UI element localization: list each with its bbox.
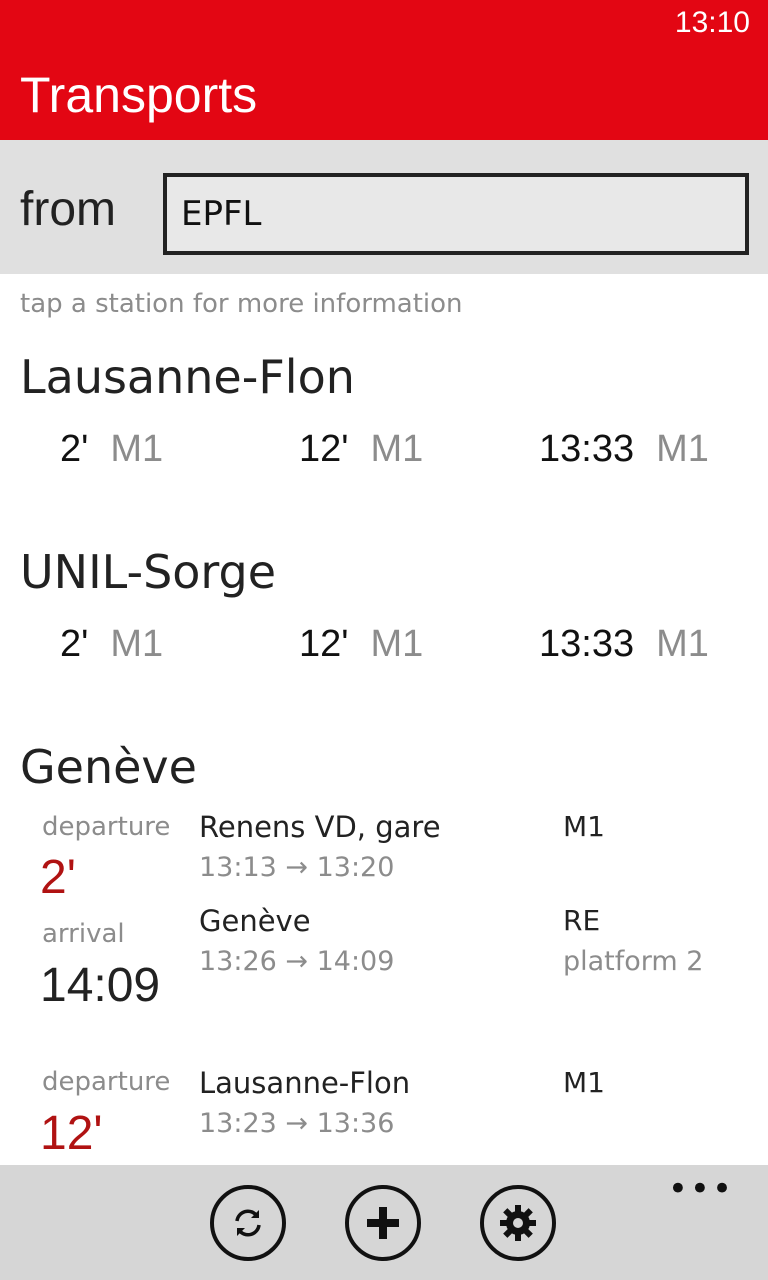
leg-station: Lausanne-Flon — [199, 1066, 411, 1100]
from-label: from — [20, 183, 116, 236]
station-name: Lausanne-Flon — [20, 350, 355, 404]
departure-time: 2' — [60, 623, 89, 665]
departure-time: 12' — [299, 623, 349, 665]
departure-time: 13:33 — [539, 428, 635, 470]
departure-item: 12' M1 — [299, 428, 423, 471]
status-bar: 13:10 — [0, 0, 768, 52]
status-time: 13:10 — [674, 6, 750, 39]
departures-row: 2' M1 12' M1 13:33 M1 — [0, 428, 768, 478]
leg-platform: platform 2 — [563, 946, 704, 977]
leg-times: 13:26 → 14:09 — [199, 946, 395, 977]
departure-item: 2' M1 — [60, 623, 163, 666]
app-title: Transports — [20, 67, 258, 123]
departure-line: M1 — [370, 428, 424, 470]
title-bar: Transports — [0, 52, 768, 140]
departures-row: 2' M1 12' M1 13:33 M1 — [0, 623, 768, 673]
leg-times: 13:13 → 13:20 — [199, 852, 395, 883]
hint-text: tap a station for more information — [20, 289, 463, 319]
add-button[interactable] — [345, 1185, 421, 1261]
leg-line: RE — [563, 904, 601, 937]
departure-label: departure — [42, 812, 171, 842]
departure-time: 12' — [299, 428, 349, 470]
station-list: Lausanne-Flon 2' M1 12' M1 13:33 M1 UNIL-So… — [0, 330, 768, 1165]
leg-line: M1 — [563, 1066, 605, 1099]
arrival-value: 14:09 — [40, 959, 161, 1012]
departure-time: 13:33 — [539, 623, 635, 665]
departure-line: M1 — [110, 623, 164, 665]
refresh-icon — [235, 1209, 261, 1237]
departure-value: 2' — [40, 851, 76, 904]
add-icon — [367, 1207, 399, 1239]
departure-item: 13:33 M1 — [539, 623, 709, 666]
departure-line: M1 — [656, 623, 709, 665]
leg-station: Genève — [199, 904, 311, 938]
departure-item: 12' M1 — [299, 623, 423, 666]
settings-icon — [500, 1205, 536, 1241]
departure-value: 12' — [40, 1107, 103, 1160]
leg-line: M1 — [563, 810, 605, 843]
station-name: UNIL-Sorge — [20, 545, 277, 599]
departure-time: 2' — [60, 428, 89, 470]
from-panel: from EPFL — [0, 140, 768, 274]
refresh-button[interactable] — [210, 1185, 286, 1261]
settings-button[interactable] — [480, 1185, 556, 1261]
app-bar: ••• — [0, 1165, 768, 1280]
departure-line: M1 — [110, 428, 164, 470]
departure-label: departure — [42, 1067, 171, 1097]
departure-line: M1 — [370, 623, 424, 665]
departure-line: M1 — [656, 428, 709, 470]
leg-station: Renens VD, gare — [199, 810, 441, 844]
from-station-input[interactable]: EPFL — [163, 173, 749, 255]
arrival-label: arrival — [42, 919, 125, 949]
departure-item: 2' M1 — [60, 428, 163, 471]
departure-item: 13:33 M1 — [539, 428, 709, 471]
station-name: Genève — [20, 740, 197, 794]
leg-times: 13:23 → 13:36 — [199, 1108, 395, 1139]
more-button[interactable]: ••• — [668, 1172, 734, 1206]
